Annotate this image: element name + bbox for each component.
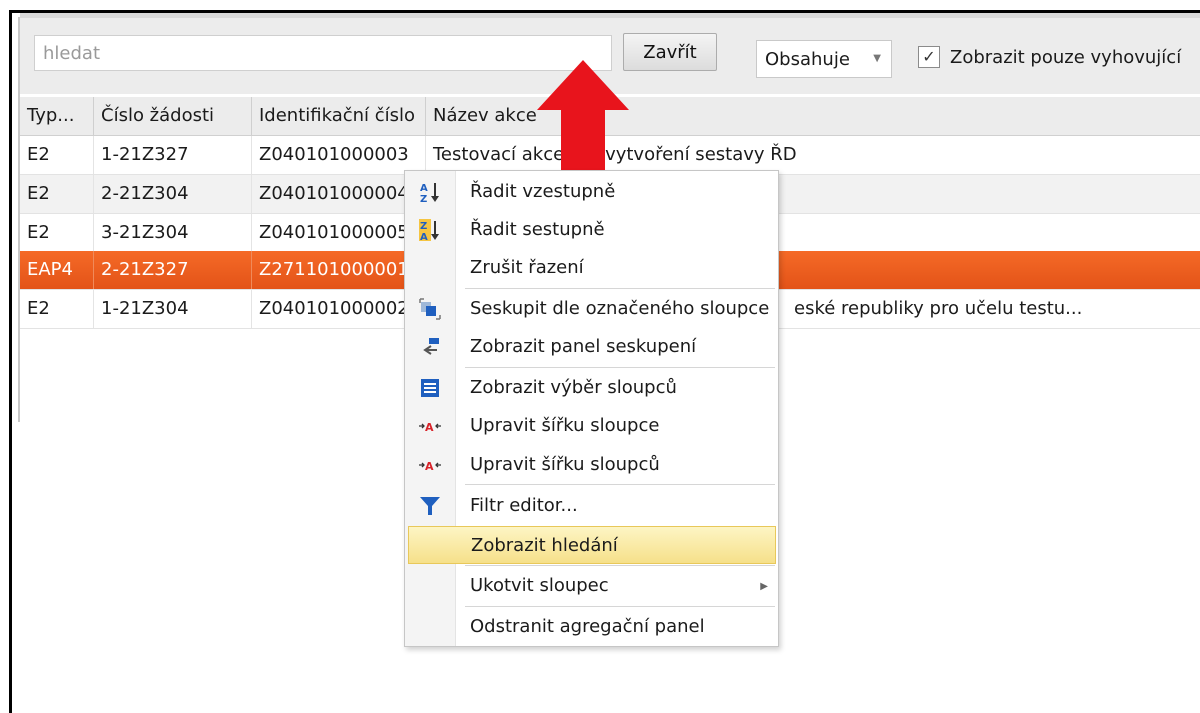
svg-text:A: A bbox=[420, 232, 428, 241]
sort-descending-icon: Z A bbox=[419, 219, 439, 241]
red-arrow-icon bbox=[537, 60, 629, 174]
cell-ident-number: Z040101000002 bbox=[252, 290, 426, 328]
cell-request-number: 3-21Z304 bbox=[94, 214, 252, 252]
menu-item-label: Upravit šířku sloupce bbox=[470, 415, 660, 436]
context-menu: A Z Řadit vzestupně Z A Řadit sestupně Z… bbox=[404, 170, 779, 647]
menu-item-label: Seskupit dle označeného sloupce bbox=[470, 298, 770, 319]
menu-item-label: Zobrazit hledání bbox=[471, 535, 618, 556]
menu-item-label: Ukotvit sloupec bbox=[470, 575, 609, 596]
best-fit-columns-icon: A bbox=[419, 460, 441, 473]
cell-ident-number: Z040101000005 bbox=[252, 214, 426, 252]
cell-request-number: 1-21Z304 bbox=[94, 290, 252, 328]
menu-item-best-fit-column[interactable]: A Upravit šířku sloupce bbox=[405, 407, 778, 445]
submenu-arrow-icon: ▶ bbox=[760, 581, 768, 592]
cell-type: EAP4 bbox=[20, 251, 94, 289]
menu-item-group-by-column[interactable]: Seskupit dle označeného sloupce bbox=[405, 290, 778, 328]
menu-item-sort-descending[interactable]: Z A Řadit sestupně bbox=[405, 211, 778, 249]
group-panel-icon bbox=[423, 338, 439, 355]
menu-item-label: Filtr editor... bbox=[470, 495, 578, 516]
menu-separator bbox=[465, 565, 775, 566]
svg-text:Z: Z bbox=[420, 194, 427, 203]
menu-item-sort-ascending[interactable]: A Z Řadit vzestupně bbox=[405, 173, 778, 211]
menu-item-label: Zrušit řazení bbox=[470, 257, 584, 278]
menu-item-label: Řadit sestupně bbox=[470, 219, 605, 240]
cell-type: E2 bbox=[20, 214, 94, 252]
svg-text:Z: Z bbox=[420, 221, 427, 232]
column-header-ident-number[interactable]: Identifikační číslo bbox=[252, 97, 426, 135]
menu-separator bbox=[465, 606, 775, 607]
cell-ident-number: Z271101000001 bbox=[252, 251, 426, 289]
cell-request-number: 2-21Z327 bbox=[94, 251, 252, 289]
search-mode-dropdown[interactable]: Obsahuje ▼ bbox=[756, 40, 892, 78]
chevron-down-icon: ▼ bbox=[873, 53, 881, 64]
svg-text:A: A bbox=[425, 460, 434, 473]
menu-separator bbox=[465, 484, 775, 485]
column-header-type[interactable]: Typ... bbox=[20, 97, 94, 135]
menu-item-column-chooser[interactable]: Zobrazit výběr sloupců bbox=[405, 369, 778, 407]
cell-ident-number: Z040101000003 bbox=[252, 136, 426, 174]
grid-left-border bbox=[18, 17, 20, 422]
svg-text:A: A bbox=[420, 183, 428, 194]
menu-item-label: Řadit vzestupně bbox=[470, 181, 616, 202]
cell-type: E2 bbox=[20, 136, 94, 174]
menu-item-clear-sorting[interactable]: Zrušit řazení bbox=[405, 249, 778, 287]
menu-item-remove-aggregation-panel[interactable]: Odstranit agregační panel bbox=[405, 608, 778, 646]
cell-request-number: 2-21Z304 bbox=[94, 175, 252, 213]
close-button[interactable]: Zavřít bbox=[623, 33, 717, 71]
filter-icon bbox=[420, 497, 440, 515]
group-by-column-icon bbox=[419, 298, 441, 320]
filter-checkbox-label[interactable]: Zobrazit pouze vyhovující bbox=[950, 47, 1181, 68]
column-chooser-icon bbox=[421, 379, 439, 397]
menu-item-show-search[interactable]: Zobrazit hledání bbox=[408, 526, 776, 564]
cell-type: E2 bbox=[20, 175, 94, 213]
menu-separator bbox=[465, 367, 775, 368]
filter-checkbox[interactable]: ✓ bbox=[918, 46, 940, 68]
cell-type: E2 bbox=[20, 290, 94, 328]
sort-ascending-icon: A Z bbox=[420, 183, 439, 203]
menu-separator bbox=[465, 288, 775, 289]
menu-item-best-fit-columns[interactable]: A Upravit šířku sloupců bbox=[405, 446, 778, 484]
search-mode-value: Obsahuje bbox=[765, 49, 850, 70]
menu-item-filter-editor[interactable]: Filtr editor... bbox=[405, 487, 778, 525]
menu-item-label: Zobrazit panel seskupení bbox=[470, 336, 697, 357]
svg-text:A: A bbox=[425, 421, 434, 434]
best-fit-column-icon: A bbox=[419, 421, 441, 434]
column-header-request-number[interactable]: Číslo žádosti bbox=[94, 97, 252, 135]
menu-item-label: Zobrazit výběr sloupců bbox=[470, 377, 677, 398]
menu-item-label: Upravit šířku sloupců bbox=[470, 454, 660, 475]
cell-request-number: 1-21Z327 bbox=[94, 136, 252, 174]
menu-item-show-group-panel[interactable]: Zobrazit panel seskupení bbox=[405, 328, 778, 366]
menu-item-pin-column[interactable]: Ukotvit sloupec ▶ bbox=[405, 567, 778, 605]
menu-item-label: Odstranit agregační panel bbox=[470, 616, 705, 637]
search-input[interactable] bbox=[34, 35, 612, 71]
cell-ident-number: Z040101000004 bbox=[252, 175, 426, 213]
